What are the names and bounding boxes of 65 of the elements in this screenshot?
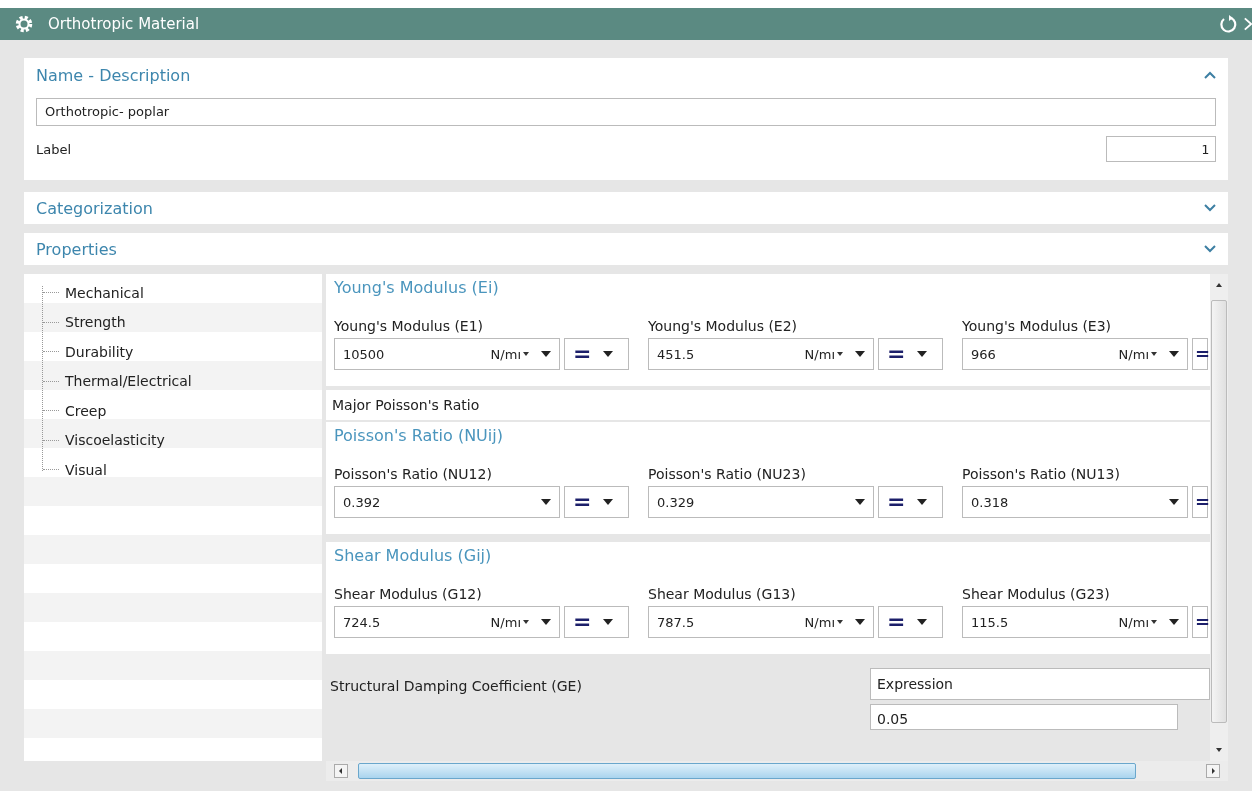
horizontal-scrollbar[interactable] <box>326 761 1228 781</box>
value-field[interactable]: 451.5 N/mı <box>648 338 874 370</box>
section-header[interactable]: Name - Description <box>24 58 1228 92</box>
value-field[interactable]: 0.392 <box>334 486 560 518</box>
unit-dropdown[interactable]: N/mı <box>1118 346 1157 362</box>
label-field[interactable]: 1 <box>1106 136 1216 162</box>
field-label: Label <box>36 141 72 157</box>
field-label: Young's Modulus (E3) <box>962 318 1113 334</box>
value-field[interactable]: 724.5 N/mı <box>334 606 560 638</box>
scroll-left-icon[interactable] <box>334 764 348 778</box>
expression-field[interactable]: 0.05 <box>870 704 1178 730</box>
value-field[interactable]: 10500 N/mı <box>334 338 560 370</box>
chevron-icon <box>1204 204 1216 212</box>
operator-dropdown[interactable]: = <box>1192 338 1208 370</box>
value-field[interactable]: 787.5 N/mı <box>648 606 874 638</box>
chevron-icon <box>1204 245 1216 253</box>
name-field[interactable]: Orthotropic- poplar <box>36 98 1216 126</box>
reset-icon[interactable] <box>1218 14 1238 34</box>
group-title: Poisson's Ratio (NUij) <box>334 426 504 447</box>
value-field[interactable]: 0.329 <box>648 486 874 518</box>
field-label: Shear Modulus (G12) <box>334 586 483 602</box>
method-dropdown[interactable]: Expression <box>870 668 1210 700</box>
unit-dropdown[interactable]: N/mı <box>804 614 843 630</box>
value-field[interactable]: 115.5 N/mı <box>962 606 1188 638</box>
value-field[interactable]: 0.318 <box>962 486 1188 518</box>
tree-item[interactable]: Mechanical <box>65 284 144 301</box>
window-title: Orthotropic Material <box>48 15 200 33</box>
operator-dropdown[interactable]: = <box>878 486 943 518</box>
group-title: Young's Modulus (Ei) <box>334 278 500 299</box>
tree-item[interactable]: Viscoelasticity <box>65 432 165 449</box>
tree-item[interactable]: Creep <box>65 402 107 419</box>
row-label: Major Poisson's Ratio <box>332 397 480 413</box>
section-header[interactable]: Properties <box>24 233 1228 265</box>
row-label: Structural Damping Coefficient (GE) <box>329 677 583 696</box>
group-title: Shear Modulus (Gij) <box>334 546 493 567</box>
unit-dropdown[interactable]: N/mı <box>804 346 843 362</box>
scroll-thumb[interactable] <box>358 763 1136 779</box>
operator-dropdown[interactable]: = <box>1192 486 1208 518</box>
scroll-thumb[interactable] <box>1211 300 1227 723</box>
vertical-scrollbar[interactable] <box>1210 274 1228 761</box>
field-label: Shear Modulus (G13) <box>648 586 797 602</box>
field-label: Young's Modulus (E1) <box>334 318 485 334</box>
operator-dropdown[interactable]: = <box>564 606 629 638</box>
field-label: Poisson's Ratio (NU13) <box>962 466 1121 482</box>
operator-dropdown[interactable]: = <box>564 338 629 370</box>
scroll-right-icon[interactable] <box>1206 764 1220 778</box>
unit-dropdown[interactable]: N/mı <box>1118 614 1157 630</box>
unit-dropdown[interactable]: N/mı <box>490 614 529 630</box>
unit-dropdown[interactable]: N/mı <box>490 346 529 362</box>
tree-item[interactable]: Strength <box>65 314 126 331</box>
chevron-icon <box>1204 71 1216 79</box>
tree-item[interactable]: Visual <box>65 461 107 478</box>
field-label: Poisson's Ratio (NU12) <box>334 466 493 482</box>
field-label: Young's Modulus (E2) <box>648 318 799 334</box>
tree-item[interactable]: Durability <box>65 343 134 360</box>
tree-item[interactable]: Thermal/Electrical <box>65 373 192 390</box>
operator-dropdown[interactable]: = <box>1192 606 1208 638</box>
field-label: Poisson's Ratio (NU23) <box>648 466 807 482</box>
field-label: Shear Modulus (G23) <box>962 586 1111 602</box>
operator-dropdown[interactable]: = <box>878 606 943 638</box>
operator-dropdown[interactable]: = <box>564 486 629 518</box>
gear-icon <box>14 14 34 34</box>
section-header[interactable]: Categorization <box>24 192 1228 224</box>
operator-dropdown[interactable]: = <box>878 338 943 370</box>
value-field[interactable]: 966 N/mı <box>962 338 1188 370</box>
